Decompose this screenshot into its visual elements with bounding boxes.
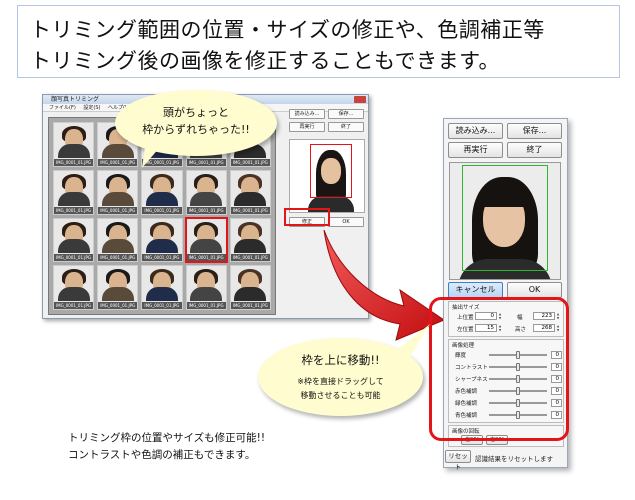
thumbnail-cell[interactable]: IMG_0001_01.JPG: [185, 169, 227, 215]
thumbnail-caption: IMG_0001_01.JPG: [54, 302, 94, 309]
thumbnail-caption: IMG_0001_01.JPG: [142, 206, 182, 214]
footer-line-1: トリミング枠の位置やサイズも修正可能!!: [68, 432, 266, 444]
mini-crop-frame[interactable]: [310, 144, 352, 198]
thumbnail-body: [101, 143, 134, 158]
cancel-button[interactable]: キャンセル: [448, 282, 503, 298]
headline-line-2: トリミング後の画像を修正することもできます。: [30, 49, 501, 73]
load-button[interactable]: 読み込み...: [448, 123, 503, 139]
thumbnail-body: [101, 191, 134, 206]
mini-close-button[interactable]: 終了: [328, 122, 364, 132]
speech-bubble-top-tail: [142, 140, 166, 168]
thumbnail-body: [57, 287, 90, 301]
thumbnail-body: [190, 239, 223, 254]
thumbnail-body: [234, 239, 267, 254]
close-button[interactable]: 終了: [507, 142, 562, 158]
thumbnail-body: [101, 239, 134, 254]
thumbnail-cell[interactable]: IMG_0001_01.JPG: [141, 265, 183, 310]
thumbnail-cell[interactable]: IMG_0001_01.JPG: [141, 169, 183, 215]
footer-line-2: コントラストや色調の補正もできます。: [68, 449, 256, 461]
thumbnail-cell[interactable]: IMG_0001_01.JPG: [141, 217, 183, 263]
thumbnail-cell[interactable]: IMG_0001_01.JPG: [184, 216, 228, 264]
window-title: 顔写真トリミング: [51, 96, 100, 103]
bubble-bottom-note-1: ※枠を直接ドラッグして: [297, 377, 384, 386]
thumbnail-body: [57, 239, 90, 254]
thumbnail-cell[interactable]: IMG_0001_01.JPG: [229, 169, 271, 215]
thumbnail-body: [145, 287, 178, 301]
ok-button[interactable]: OK: [507, 282, 562, 298]
thumbnail-caption: IMG_0001_01.JPG: [98, 158, 138, 166]
thumbnail-body: [57, 191, 90, 206]
thumbnail-body: [57, 143, 90, 158]
thumbnail-caption: IMG_0001_01.JPG: [186, 206, 226, 214]
thumbnail-cell[interactable]: IMG_0001_01.JPG: [185, 265, 227, 310]
mini-preview-photo: [289, 139, 365, 213]
thumbnail-caption: IMG_0001_01.JPG: [54, 158, 94, 166]
crop-frame[interactable]: [462, 165, 548, 271]
thumbnail-caption: IMG_0001_01.JPG: [142, 302, 182, 309]
thumbnail-cell[interactable]: IMG_0001_01.JPG: [229, 217, 271, 263]
thumbnail-caption: IMG_0001_01.JPG: [186, 158, 226, 166]
thumbnail-cell[interactable]: IMG_0001_01.JPG: [53, 217, 95, 263]
thumbnail-body: [101, 287, 134, 301]
headline-line-1: トリミング範囲の位置・サイズの修正や、色調補正等: [30, 18, 545, 42]
thumbnail-caption: IMG_0001_01.JPG: [98, 206, 138, 214]
thumbnail-caption: IMG_0001_01.JPG: [186, 302, 226, 309]
thumbnail-caption: IMG_0001_01.JPG: [186, 254, 226, 262]
preview-photo: [449, 162, 561, 280]
thumbnail-body: [234, 287, 267, 301]
thumbnail-body: [145, 239, 178, 254]
thumbnail-cell[interactable]: IMG_0001_01.JPG: [53, 122, 95, 167]
thumbnail-cell[interactable]: IMG_0001_01.JPG: [229, 265, 271, 310]
mini-rerun-button[interactable]: 再実行: [289, 122, 325, 132]
headline-banner: トリミング範囲の位置・サイズの修正や、色調補正等 トリミング後の画像を修正するこ…: [17, 5, 620, 78]
thumbnail-caption: IMG_0001_01.JPG: [230, 302, 270, 309]
thumbnail-caption: IMG_0001_01.JPG: [230, 206, 270, 214]
thumbnail-body: [234, 191, 267, 206]
thumbnail-cell[interactable]: IMG_0001_01.JPG: [53, 265, 95, 310]
bubble-top-line-2: 枠からずれちゃった!!: [142, 123, 250, 136]
thumbnail-body: [145, 191, 178, 206]
thumbnail-caption: IMG_0001_01.JPG: [230, 254, 270, 262]
thumbnail-caption: IMG_0001_01.JPG: [54, 206, 94, 214]
thumbnail-caption: IMG_0001_01.JPG: [230, 158, 270, 166]
bubble-bottom-title: 枠を上に移動!!: [301, 353, 380, 367]
thumbnail-caption: IMG_0001_01.JPG: [98, 302, 138, 309]
mini-ok-button[interactable]: OK: [328, 217, 364, 227]
thumbnail-body: [190, 191, 223, 206]
thumbnail-caption: IMG_0001_01.JPG: [142, 254, 182, 262]
thumbnail-caption: IMG_0001_01.JPG: [98, 254, 138, 262]
settings-highlight-frame: [429, 297, 569, 441]
reset-caption: 認識結果をリセットします: [475, 455, 553, 463]
bubble-top-line-1: 頭がちょっと: [163, 106, 229, 119]
thumbnail-cell[interactable]: IMG_0001_01.JPG: [53, 169, 95, 215]
thumbnail-cell[interactable]: IMG_0001_01.JPG: [97, 265, 139, 310]
menu-file[interactable]: ファイル(F): [49, 105, 76, 111]
edit-button-highlight: [284, 208, 330, 226]
thumbnail-cell[interactable]: IMG_0001_01.JPG: [97, 217, 139, 263]
save-button[interactable]: 保存...: [507, 123, 562, 139]
reset-button[interactable]: リセット: [445, 450, 471, 471]
window-close-icon[interactable]: [354, 96, 366, 103]
rerun-button[interactable]: 再実行: [448, 142, 503, 158]
thumbnail-cell[interactable]: IMG_0001_01.JPG: [97, 169, 139, 215]
bubble-bottom-note-2: 移動させることも可能: [300, 391, 381, 400]
mini-save-button[interactable]: 保存...: [328, 109, 364, 119]
thumbnail-caption: IMG_0001_01.JPG: [54, 254, 94, 262]
menu-settings[interactable]: 設定(S): [83, 105, 100, 111]
mini-load-button[interactable]: 読み込み...: [289, 109, 325, 119]
thumbnail-body: [190, 287, 223, 301]
